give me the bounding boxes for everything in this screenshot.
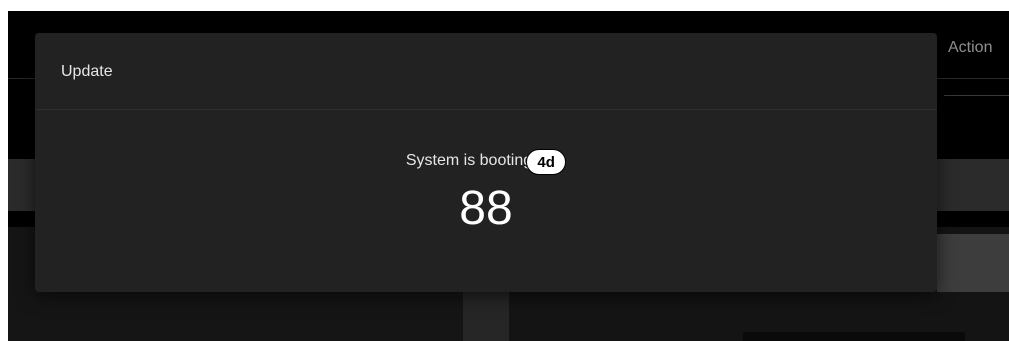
- status-badge[interactable]: 4d: [526, 149, 567, 175]
- countdown-value: 88: [459, 182, 513, 235]
- background-actions-underline: [944, 95, 1009, 96]
- dialog-body: System is booting 4d 88: [35, 110, 937, 292]
- background-bottom-bar: [743, 332, 965, 341]
- status-row: System is booting 4d: [35, 148, 937, 175]
- status-message: System is booting: [405, 152, 533, 169]
- update-dialog: Update System is booting 4d 88: [35, 33, 937, 292]
- dialog-title: Update: [61, 63, 113, 80]
- background-actions-tab[interactable]: Action: [948, 39, 992, 57]
- dialog-header: Update: [35, 33, 937, 110]
- background-input-field[interactable]: [937, 234, 1009, 292]
- app-window: Action Update System is booting 4d 88: [8, 11, 1009, 341]
